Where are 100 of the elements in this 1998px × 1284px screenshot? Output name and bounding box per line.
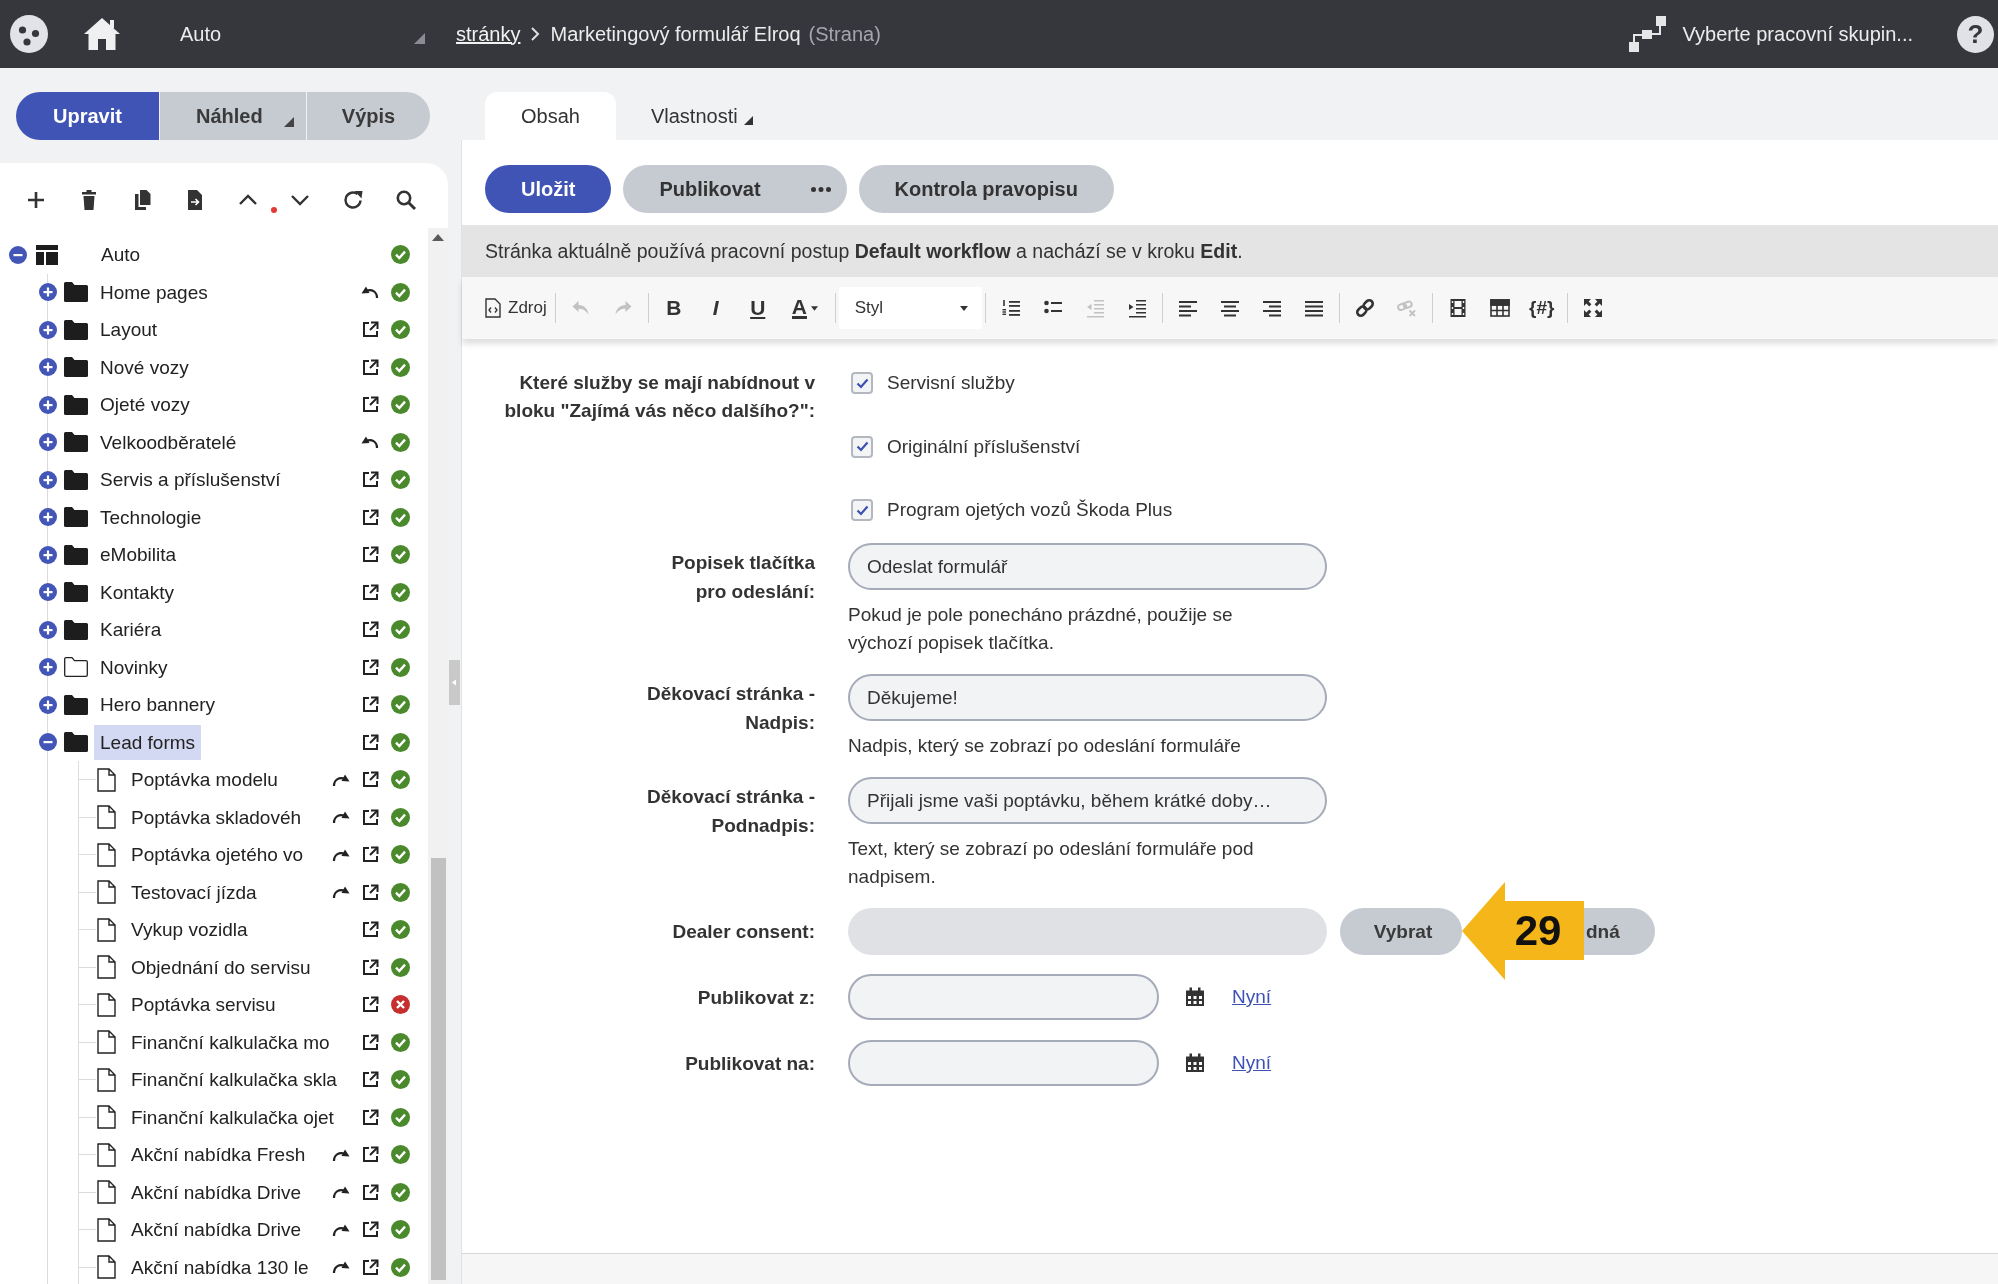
- redo-icon[interactable]: [332, 1260, 350, 1275]
- text-field[interactable]: Přijali jsme vaši poptávku, během krátké doby…: [848, 777, 1327, 824]
- external-link-icon[interactable]: [362, 996, 379, 1014]
- table-icon[interactable]: [1489, 298, 1510, 318]
- search-icon[interactable]: [395, 188, 417, 211]
- external-link-icon[interactable]: [362, 958, 379, 976]
- tree-item[interactable]: Technologie: [94, 499, 208, 535]
- tree-item[interactable]: Servis a příslušenství: [94, 462, 287, 498]
- external-link-icon[interactable]: [362, 846, 379, 864]
- external-link-icon[interactable]: [362, 808, 379, 826]
- indent-icon[interactable]: [1126, 298, 1147, 318]
- external-link-icon[interactable]: [362, 1146, 379, 1164]
- scroll-up-icon[interactable]: [432, 234, 444, 241]
- date-field[interactable]: [848, 974, 1159, 1020]
- tree-item[interactable]: Vykup vozidla: [125, 912, 254, 948]
- checkbox[interactable]: [851, 435, 873, 458]
- expand-icon[interactable]: [39, 395, 57, 414]
- placeholder-button[interactable]: {#}: [1520, 291, 1563, 325]
- picker-button[interactable]: Vybrat: [1340, 908, 1462, 955]
- tree-item[interactable]: Objednání do servisu: [125, 949, 317, 985]
- tab[interactable]: Vlastnosti: [615, 92, 789, 140]
- redo-icon[interactable]: [332, 1185, 350, 1200]
- style-dropdown[interactable]: Styl: [838, 287, 982, 329]
- tab[interactable]: Obsah: [485, 92, 616, 140]
- redo-icon[interactable]: [332, 1222, 350, 1237]
- logo-icon[interactable]: [10, 15, 48, 53]
- calendar-icon[interactable]: [1185, 1053, 1205, 1073]
- undo-icon[interactable]: [361, 435, 379, 450]
- action-button[interactable]: Uložit: [485, 165, 612, 213]
- tree-item[interactable]: Hero bannery: [94, 687, 222, 723]
- tree-item[interactable]: eMobilita: [94, 537, 183, 573]
- external-link-icon[interactable]: [362, 1183, 379, 1201]
- external-link-icon[interactable]: [362, 883, 379, 901]
- align-center-icon[interactable]: [1219, 298, 1240, 318]
- align-right-icon[interactable]: [1261, 298, 1282, 318]
- mode-button[interactable]: Výpis: [307, 92, 430, 140]
- checkbox[interactable]: [851, 372, 873, 394]
- external-link-icon[interactable]: [362, 358, 379, 376]
- tree-item[interactable]: Ojeté vozy: [94, 387, 196, 423]
- expand-icon[interactable]: [39, 470, 57, 489]
- tree-item[interactable]: Poptávka ojetého vo: [125, 837, 310, 873]
- source-button[interactable]: Zdroj: [481, 291, 551, 325]
- underline-button[interactable]: U: [736, 291, 779, 325]
- picker-field[interactable]: [848, 908, 1327, 955]
- now-link[interactable]: Nyní: [1232, 986, 1272, 1008]
- external-link-icon[interactable]: [362, 771, 379, 789]
- external-link-icon[interactable]: [362, 1033, 379, 1051]
- tree-item[interactable]: Poptávka modelu: [125, 762, 284, 798]
- external-link-icon[interactable]: [362, 1258, 379, 1276]
- site-selector[interactable]: Auto: [180, 22, 425, 46]
- workgroup-selector[interactable]: Vyberte pracovní skupin...: [1628, 16, 1913, 52]
- tree-item[interactable]: Akční nabídka Drive: [125, 1212, 308, 1248]
- expand-icon[interactable]: [39, 620, 57, 639]
- expand-icon[interactable]: [39, 545, 57, 564]
- numbered-list-icon[interactable]: [1000, 298, 1021, 318]
- external-link-icon[interactable]: [362, 583, 379, 601]
- redo-icon[interactable]: [332, 885, 350, 900]
- tree-item[interactable]: Lead forms: [94, 724, 202, 760]
- tree-item[interactable]: Poptávka skladovéh: [125, 799, 308, 835]
- refresh-icon[interactable]: [342, 188, 364, 211]
- tree-item[interactable]: Akční nabídka 130 le: [125, 1249, 315, 1284]
- expand-icon[interactable]: [39, 433, 57, 452]
- align-left-icon[interactable]: [1177, 298, 1198, 318]
- external-link-icon[interactable]: [362, 658, 379, 676]
- fullscreen-icon[interactable]: [1582, 298, 1603, 318]
- tree-item[interactable]: Akční nabídka Drive: [125, 1174, 308, 1210]
- tree-item[interactable]: Testovací jízda: [125, 874, 263, 910]
- expand-icon[interactable]: [39, 320, 57, 339]
- external-link-icon[interactable]: [362, 321, 379, 339]
- collapse-icon[interactable]: [9, 245, 27, 264]
- scrollbar[interactable]: [428, 228, 448, 1284]
- tree-item[interactable]: Nové vozy: [94, 349, 195, 385]
- external-link-icon[interactable]: [362, 546, 379, 564]
- external-link-icon[interactable]: [362, 396, 379, 414]
- link-icon[interactable]: [1354, 298, 1375, 318]
- text-field[interactable]: Odeslat formulář: [848, 543, 1327, 590]
- tree-item[interactable]: Akční nabídka Fresh: [125, 1137, 312, 1173]
- text-color-button[interactable]: A: [778, 291, 831, 325]
- tree-item[interactable]: Novinky: [94, 649, 174, 685]
- picker-button[interactable]: dná: [1584, 908, 1655, 955]
- checkbox[interactable]: [851, 499, 873, 521]
- tree-item[interactable]: Finanční kalkulačka skla: [125, 1062, 343, 1098]
- external-link-icon[interactable]: [362, 696, 379, 714]
- external-link-icon[interactable]: [362, 471, 379, 489]
- text-field[interactable]: Děkujeme!: [848, 674, 1327, 721]
- breadcrumb-link[interactable]: stránky: [456, 22, 521, 46]
- scrollbar-thumb[interactable]: [430, 858, 446, 1280]
- tree-item[interactable]: Auto: [95, 237, 147, 273]
- redo-icon[interactable]: [332, 772, 350, 787]
- action-button[interactable]: Kontrola pravopisu: [858, 165, 1114, 213]
- tree-item[interactable]: Finanční kalkulačka mo: [125, 1024, 336, 1060]
- action-button[interactable]: Publikovat: [623, 165, 847, 213]
- tree-item[interactable]: Velkoodběratelé: [94, 424, 243, 460]
- expand-icon[interactable]: [39, 358, 57, 377]
- external-link-icon[interactable]: [362, 921, 379, 939]
- italic-button[interactable]: I: [694, 291, 737, 325]
- external-link-icon[interactable]: [362, 508, 379, 526]
- external-link-icon[interactable]: [362, 621, 379, 639]
- home-icon[interactable]: [83, 17, 121, 51]
- help-button[interactable]: ?: [1957, 15, 1994, 53]
